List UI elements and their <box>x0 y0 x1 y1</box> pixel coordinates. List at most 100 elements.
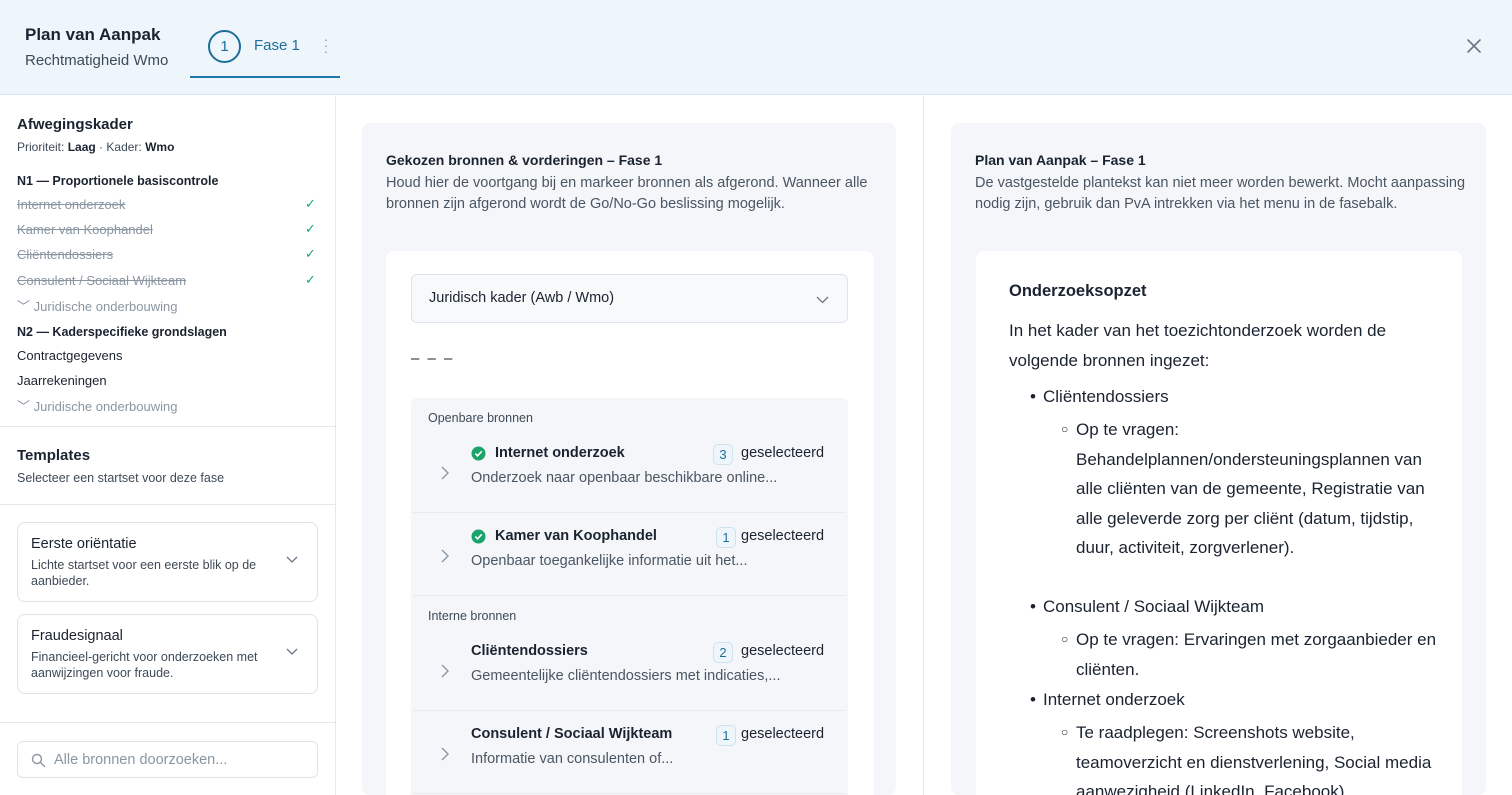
source-row-kvk[interactable]: Kamer van Koophandel 1 geselecteerd Open… <box>413 518 846 596</box>
phase-label: Fase 1 <box>254 37 300 54</box>
sub-bullet-glyph: ○ <box>1061 422 1069 436</box>
sidebar-item-internet-onderzoek[interactable]: Internet onderzoek <box>17 197 317 212</box>
source-name: Cliëntendossiers <box>471 643 588 659</box>
selected-label: geselecteerd <box>741 643 825 659</box>
templates-subtitle: Selecteer een startset voor deze fase <box>17 471 225 485</box>
chevron-right-icon[interactable] <box>440 465 450 481</box>
doc-sub-item-text: Te raadplegen: Screenshots website, team… <box>1076 723 1432 795</box>
sidebar-item-consulent[interactable]: Consulent / Sociaal Wijkteam <box>17 273 317 288</box>
check-icon: ✓ <box>305 272 316 287</box>
divider <box>0 722 335 723</box>
doc-heading: Onderzoeksopzet <box>1009 282 1147 300</box>
doc-sub-item-text: Op te vragen: Behandelplannen/ondersteun… <box>1076 420 1425 557</box>
doc-list-item: • Internet onderzoek <box>1030 690 1185 710</box>
header-bar: Plan van Aanpak Rechtmatigheid Wmo 1 Fas… <box>0 0 1512 95</box>
template-description: Financieel-gericht voor onderzoeken met … <box>31 650 258 680</box>
group-n1-title: N1 — Proportionele basiscontrole <box>17 174 219 188</box>
source-description: Onderzoek naar openbaar beschikbare onli… <box>471 470 778 486</box>
chevron-down-icon <box>286 556 298 563</box>
check-icon: ✓ <box>305 246 316 261</box>
chevron-right-icon[interactable] <box>440 548 450 564</box>
template-description: Lichte startset voor een eerste blik op … <box>31 558 257 588</box>
group-n2-title: N2 — Kaderspecifieke grondslagen <box>17 325 227 339</box>
doc-list-item-label: Consulent / Sociaal Wijkteam <box>1043 597 1265 616</box>
source-row-internet-onderzoek[interactable]: Internet onderzoek 3 geselecteerd Onderz… <box>413 435 846 513</box>
source-search[interactable] <box>17 741 318 778</box>
tab-phase-1[interactable]: 1 Fase 1 · · · <box>190 22 340 78</box>
doc-list-item: • Cliëntendossiers <box>1030 387 1169 407</box>
chevron-right-icon[interactable] <box>440 746 450 762</box>
chevron-down-icon <box>286 648 298 655</box>
chevron-down-icon: ﹀ <box>17 399 31 414</box>
source-description: Openbaar toegankelijke informatie uit he… <box>471 553 748 569</box>
kader-dropdown[interactable]: Juridisch kader (Awb / Wmo) <box>411 274 848 323</box>
bullet-glyph: • <box>1030 387 1036 406</box>
selected-label: geselecteerd <box>741 528 825 544</box>
sources-title: Gekozen bronnen & vorderingen – Fase 1 <box>386 152 663 168</box>
check-circle-icon <box>471 446 486 461</box>
page-subtitle: Rechtmatigheid Wmo <box>25 52 169 69</box>
page-title: Plan van Aanpak <box>25 25 161 44</box>
source-description: Gemeentelijke cliëntendossiers met indic… <box>471 668 781 684</box>
sub-bullet-glyph: ○ <box>1061 725 1069 739</box>
divider <box>0 504 335 505</box>
juridische-onderbouwing-toggle-n2[interactable]: ﹀ Juridische onderbouwing <box>17 396 177 415</box>
juridische-onderbouwing-toggle-n1[interactable]: ﹀ Juridische onderbouwing <box>17 296 177 315</box>
collapse-label: Juridische onderbouwing <box>33 399 178 414</box>
chevron-right-icon[interactable] <box>440 663 450 679</box>
source-name: Consulent / Sociaal Wijkteam <box>471 726 673 742</box>
chevron-down-icon <box>816 296 829 304</box>
group-label-interne: Interne bronnen <box>428 609 517 623</box>
check-circle-icon <box>471 529 486 544</box>
source-name: Kamer van Koophandel <box>495 528 657 544</box>
selected-label: geselecteerd <box>741 445 825 461</box>
sub-bullet-glyph: ○ <box>1061 632 1069 646</box>
bullet-glyph: • <box>1030 690 1036 709</box>
template-title: Eerste oriëntatie <box>31 536 137 552</box>
plan-title: Plan van Aanpak – Fase 1 <box>975 152 1146 168</box>
doc-sub-item: ○ Op te vragen: Ervaringen met zorgaanbi… <box>1061 625 1446 684</box>
source-description: Informatie van consulenten of... <box>471 751 674 767</box>
check-icon: ✓ <box>305 196 316 211</box>
framework-title: Afwegingskader <box>17 116 133 133</box>
search-icon <box>31 753 46 768</box>
doc-list-item-label: Internet onderzoek <box>1043 690 1185 709</box>
bullet-glyph: • <box>1030 597 1036 616</box>
selected-label: geselecteerd <box>741 726 825 742</box>
empty-placeholder: – – – <box>411 350 455 367</box>
framework-meta: Prioriteit: Laag · Kader: Wmo <box>17 140 174 154</box>
doc-sub-item-text: Op te vragen: Ervaringen met zorgaanbied… <box>1076 630 1437 679</box>
selected-count-badge: 2 <box>713 642 733 663</box>
template-card-fraudesignaal[interactable]: Fraudesignaal Financieel-gericht voor on… <box>17 614 318 694</box>
doc-sub-item: ○ Op te vragen: Behandelplannen/onderste… <box>1061 415 1446 563</box>
template-title: Fraudesignaal <box>31 628 123 644</box>
priority-value: Laag <box>67 140 96 154</box>
kader-value: Wmo <box>145 140 175 154</box>
doc-sub-item: ○ Te raadplegen: Screenshots website, te… <box>1061 718 1446 795</box>
meta-separator: · <box>99 140 104 154</box>
template-card-eerste-orientatie[interactable]: Eerste oriëntatie Lichte startset voor e… <box>17 522 318 602</box>
close-icon[interactable] <box>1464 36 1484 56</box>
group-label-openbare: Openbare bronnen <box>428 411 533 425</box>
chevron-down-icon: ﹀ <box>17 299 31 314</box>
selected-count-badge: 1 <box>716 527 736 548</box>
divider <box>0 426 335 427</box>
sources-description: Houd hier de voortgang bij en markeer br… <box>386 175 868 212</box>
sidebar-item-kvk[interactable]: Kamer van Koophandel <box>17 222 317 237</box>
doc-list-item-label: Cliëntendossiers <box>1043 387 1169 406</box>
sidebar-item-jaarrekeningen[interactable]: Jaarrekeningen <box>17 373 317 388</box>
sidebar-item-contractgegevens[interactable]: Contractgegevens <box>17 348 317 363</box>
plan-description: De vastgestelde plantekst kan niet meer … <box>975 175 1466 212</box>
source-row-clientendossiers[interactable]: Cliëntendossiers 2 geselecteerd Gemeente… <box>413 633 846 711</box>
kader-label: Kader: <box>106 140 142 154</box>
phase-menu-icon[interactable]: · · · <box>322 32 330 58</box>
source-row-consulent[interactable]: Consulent / Sociaal Wijkteam 1 geselecte… <box>413 716 846 794</box>
selected-count-badge: 3 <box>713 444 733 465</box>
sidebar-item-clientendossiers[interactable]: Cliëntendossiers <box>17 247 317 262</box>
selected-count-badge: 1 <box>716 725 736 746</box>
doc-intro: In het kader van het toezichtonderzoek w… <box>1009 321 1387 370</box>
priority-label: Prioriteit: <box>17 140 65 154</box>
doc-list-item: • Consulent / Sociaal Wijkteam <box>1030 597 1265 617</box>
search-input[interactable] <box>54 749 309 771</box>
phase-number-badge: 1 <box>208 30 241 63</box>
